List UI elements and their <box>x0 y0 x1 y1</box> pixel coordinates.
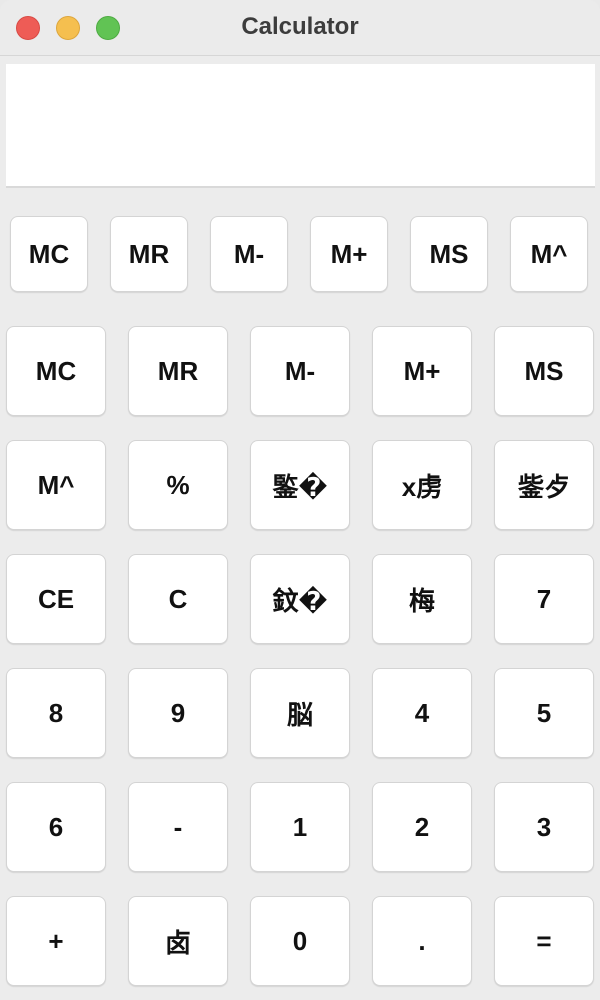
key-2[interactable]: 2 <box>372 782 472 872</box>
key-3[interactable]: 3 <box>494 782 594 872</box>
key-square-root[interactable]: 鈭歺 <box>494 440 594 530</box>
key-5[interactable]: 5 <box>494 668 594 758</box>
key-7[interactable]: 7 <box>494 554 594 644</box>
memory-recall-button[interactable]: MR <box>110 216 188 292</box>
key-plus[interactable]: + <box>6 896 106 986</box>
key-multiply[interactable]: 脳 <box>250 668 350 758</box>
key-ms[interactable]: MS <box>494 326 594 416</box>
key-square[interactable]: x虏 <box>372 440 472 530</box>
key-m-plus[interactable]: M+ <box>372 326 472 416</box>
key-1[interactable]: 1 <box>250 782 350 872</box>
key-6[interactable]: 6 <box>6 782 106 872</box>
key-mc[interactable]: MC <box>6 326 106 416</box>
memory-store-button[interactable]: MS <box>410 216 488 292</box>
key-9[interactable]: 9 <box>128 668 228 758</box>
window-title: Calculator <box>241 13 359 40</box>
key-decimal[interactable]: . <box>372 896 472 986</box>
key-divide[interactable]: 梅 <box>372 554 472 644</box>
key-ce[interactable]: CE <box>6 554 106 644</box>
memory-subtract-button[interactable]: M- <box>210 216 288 292</box>
key-minus[interactable]: - <box>128 782 228 872</box>
key-mr[interactable]: MR <box>128 326 228 416</box>
calculator-display <box>6 64 595 188</box>
key-backspace[interactable]: 鈫� <box>250 554 350 644</box>
key-8[interactable]: 8 <box>6 668 106 758</box>
key-0[interactable]: 0 <box>250 896 350 986</box>
key-percent[interactable]: % <box>128 440 228 530</box>
key-m-minus[interactable]: M- <box>250 326 350 416</box>
key-reciprocal[interactable]: 鍳� <box>250 440 350 530</box>
memory-add-button[interactable]: M+ <box>310 216 388 292</box>
title-bar[interactable]: Calculator <box>0 0 600 56</box>
key-equals[interactable]: = <box>494 896 594 986</box>
calculator-window: Calculator MC MR M- M+ MS M^ MC MR M- M+… <box>0 0 600 1000</box>
key-c[interactable]: C <box>128 554 228 644</box>
memory-history-button[interactable]: M^ <box>510 216 588 292</box>
key-plus-minus[interactable]: 卤 <box>128 896 228 986</box>
memory-clear-button[interactable]: MC <box>10 216 88 292</box>
key-4[interactable]: 4 <box>372 668 472 758</box>
key-m-caret[interactable]: M^ <box>6 440 106 530</box>
